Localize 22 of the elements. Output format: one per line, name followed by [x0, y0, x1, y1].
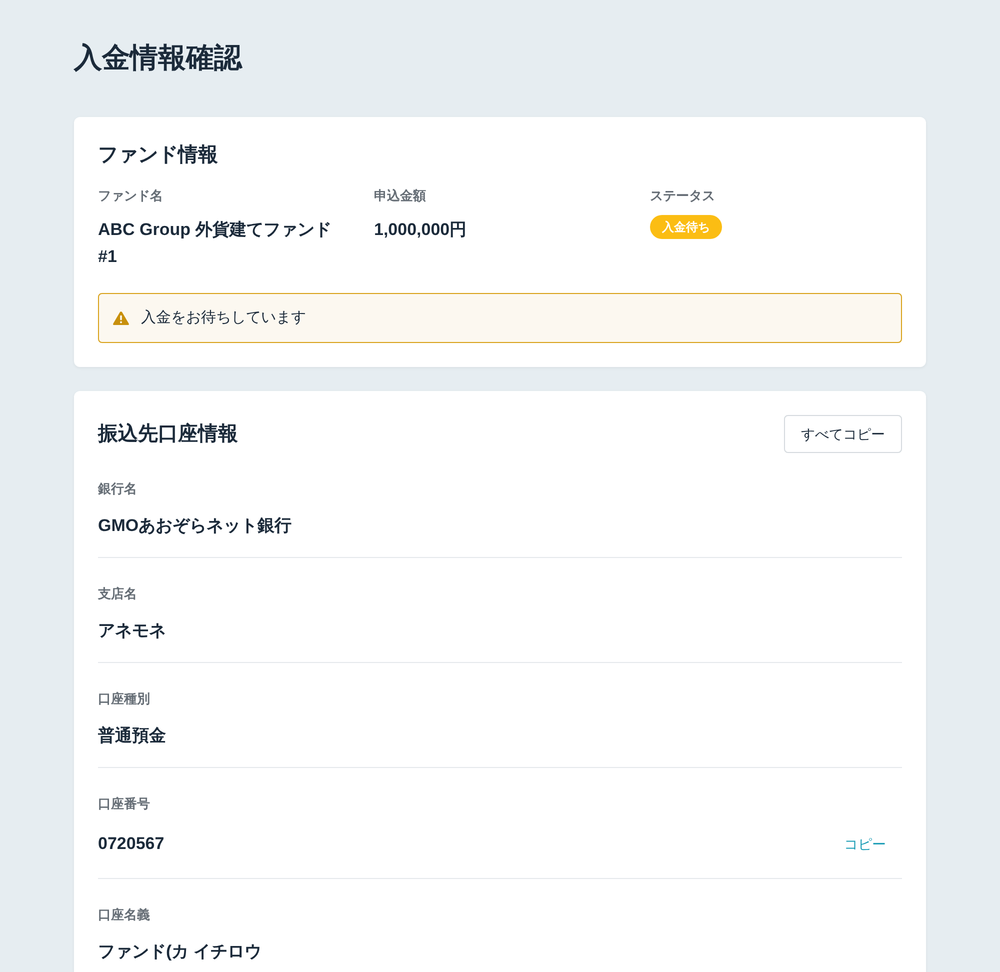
field-label: 申込金額: [374, 187, 427, 205]
field-value: 0720567: [98, 833, 164, 855]
warning-icon: [113, 311, 129, 325]
field-label: 口座名義: [98, 906, 151, 924]
alert-message: 入金をお待ちしています: [141, 308, 306, 328]
field-value: ファンド(カ イチロウ: [98, 941, 262, 963]
field-label: ファンド名: [98, 187, 164, 205]
field-value: ABC Group 外貨建てファンド #1: [98, 219, 332, 268]
field-value: 1,000,000円: [374, 219, 468, 241]
field-label: 口座番号: [98, 795, 151, 813]
card-heading: ファンド情報: [98, 143, 219, 168]
field-label: 支店名: [98, 585, 138, 603]
field-label: 口座種別: [98, 690, 151, 708]
field-value: アネモネ: [98, 620, 166, 642]
status-badge: 入金待ち: [650, 215, 722, 239]
card-heading: 振込先口座情報: [98, 422, 238, 447]
copy-all-button[interactable]: すべてコピー: [784, 415, 902, 453]
page-title: 入金情報確認: [74, 41, 244, 75]
field-value: 普通預金: [98, 725, 166, 747]
field-value: GMOあおぞらネット銀行: [98, 515, 292, 537]
field-label: ステータス: [650, 187, 716, 205]
field-label: 銀行名: [98, 480, 138, 498]
